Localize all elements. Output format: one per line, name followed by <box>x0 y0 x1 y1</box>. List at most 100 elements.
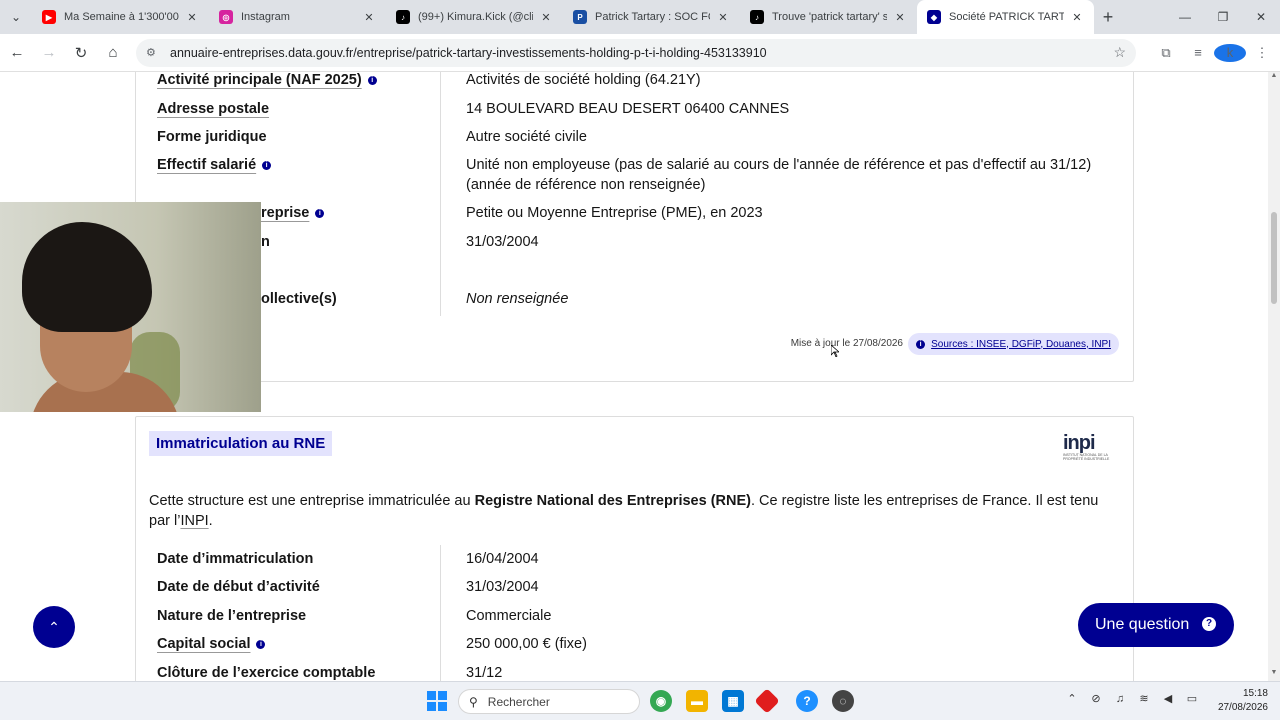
system-tray: ⌃ ⊘ ♫ ≋ ◀ ▭ <box>1060 692 1204 706</box>
help-icon[interactable]: ? <box>796 690 818 712</box>
file-explorer-icon[interactable]: ▬ <box>686 690 708 712</box>
row-label-link[interactable]: Capital social i <box>157 634 457 654</box>
new-tab-icon[interactable]: + <box>1094 7 1122 28</box>
home-icon[interactable]: ⌂ <box>98 38 128 68</box>
update-date: Mise à jour le 27/08/2026 <box>790 338 903 349</box>
restore-icon[interactable]: ❐ <box>1204 0 1242 34</box>
row-value: 14 BOULEVARD BEAU DESERT 06400 CANNES <box>466 101 790 117</box>
info-icon[interactable]: i <box>367 76 377 85</box>
close-window-icon[interactable]: ✕ <box>1242 0 1280 34</box>
back-arrow-icon[interactable]: ← <box>2 38 32 68</box>
chrome-icon[interactable]: ◉ <box>650 690 672 712</box>
profile-avatar[interactable]: k <box>1214 43 1246 62</box>
row-label: Forme juridique <box>157 129 267 145</box>
identity-card: Activité principale (NAF 2025) i Activité… <box>135 72 1134 382</box>
extensions-icon[interactable]: ⧉ <box>1150 45 1182 61</box>
scroll-to-top-button[interactable]: ⌃ <box>33 606 75 648</box>
search-placeholder: Rechercher <box>487 694 550 709</box>
row-value: Non renseignée <box>466 291 569 307</box>
browser-tab-5[interactable]: ♪ Trouve 'patrick tartary' sur ✕ <box>740 0 917 34</box>
browser-tab-1[interactable]: ▶ Ma Semaine à 1'300'000€ ✕ <box>32 0 209 34</box>
minimize-icon[interactable]: — <box>1166 0 1204 34</box>
page-scrollbar[interactable]: ▲ ▼ <box>1268 72 1280 681</box>
tab-title: Instagram <box>241 11 290 23</box>
question-button[interactable]: Une question ? <box>1078 603 1234 647</box>
info-icon[interactable]: i <box>262 161 272 170</box>
close-tab-icon[interactable]: ✕ <box>716 11 730 24</box>
row-value: 16/04/2004 <box>466 551 539 567</box>
row-label: Nature de l’entreprise <box>157 608 307 624</box>
reload-icon[interactable]: ↻ <box>66 38 96 68</box>
row-label-link[interactable]: Adresse postale <box>157 99 457 119</box>
battery-icon[interactable]: ▭ <box>1180 692 1204 705</box>
profile-initial: k <box>1214 43 1246 62</box>
inpi-link[interactable]: INPI <box>180 513 208 529</box>
scroll-down-icon[interactable]: ▼ <box>1268 669 1280 681</box>
close-tab-icon[interactable]: ✕ <box>539 11 553 24</box>
row-label-link[interactable]: Activité principale (NAF 2025) i <box>157 72 457 90</box>
pappers-icon: P <box>573 10 587 24</box>
volume-icon[interactable]: ◀ <box>1156 692 1180 705</box>
scrollbar-thumb[interactable] <box>1271 212 1277 304</box>
row-value: Commerciale <box>466 608 552 624</box>
mouse-cursor-icon <box>831 345 839 357</box>
browser-tab-6-active[interactable]: ◆ Société PATRICK TARTARY ✕ <box>917 0 1094 34</box>
windows-taskbar: ⚲ Rechercher ◉ ▬ ▦ ? ◌ ⌃ ⊘ ♫ ≋ ◀ ▭ 15:18… <box>0 681 1280 720</box>
browser-tab-2[interactable]: ◎ Instagram ✕ <box>209 0 386 34</box>
inpi-logo: inpi INSTITUT NATIONAL DE LA PROPRIÉTÉ I… <box>1063 433 1115 463</box>
question-label: Une question <box>1095 616 1190 633</box>
tiktok-icon: ♪ <box>396 10 410 24</box>
inpi-logo-text: inpi <box>1063 432 1096 454</box>
url-text[interactable]: annuaire-entreprises.data.gouv.fr/entrep… <box>170 46 1113 60</box>
row-value: 31/03/2004 <box>466 579 539 595</box>
browser-tab-4[interactable]: P Patrick Tartary : SOC FONC ✕ <box>563 0 740 34</box>
site-info-icon[interactable]: ⚙ <box>146 46 160 60</box>
network-off-icon[interactable]: ⊘ <box>1084 692 1108 705</box>
sources-badge[interactable]: i Sources : INSEE, DGFiP, Douanes, INPI <box>908 333 1119 355</box>
app-diamond-icon[interactable] <box>754 688 780 714</box>
sources-link[interactable]: Sources : INSEE, DGFiP, Douanes, INPI <box>931 339 1111 350</box>
close-tab-icon[interactable]: ✕ <box>893 11 907 24</box>
microphone-icon[interactable]: ♫ <box>1108 693 1132 705</box>
row-label: Clôture de l’exercice comptable <box>157 665 376 681</box>
close-tab-icon[interactable]: ✕ <box>1070 11 1084 24</box>
youtube-icon: ▶ <box>42 10 56 24</box>
chevron-up-icon[interactable]: ⌃ <box>1060 692 1084 705</box>
browser-toolbar: ← → ↻ ⌂ ⚙ annuaire-entreprises.data.gouv… <box>0 34 1280 72</box>
row-value: 31/12 <box>466 665 503 681</box>
browser-tab-3[interactable]: ♪ (99+) Kimura.Kick (@clip2k ✕ <box>386 0 563 34</box>
question-mark-icon: ? <box>1202 617 1216 631</box>
row-label: Date d’immatriculation <box>157 551 314 567</box>
row-value: Activités de société holding (64.21Y) <box>466 72 701 88</box>
menu-icon[interactable]: ⋮ <box>1246 45 1278 61</box>
bookmark-star-icon[interactable]: ☆ <box>1113 44 1126 61</box>
close-tab-icon[interactable]: ✕ <box>362 11 376 24</box>
wifi-icon[interactable]: ≋ <box>1132 692 1156 705</box>
address-bar[interactable]: ⚙ annuaire-entreprises.data.gouv.fr/entr… <box>136 38 1136 67</box>
row-value: Autre société civile <box>466 129 587 145</box>
media-icon[interactable]: ≡ <box>1182 45 1214 60</box>
tab-title: Ma Semaine à 1'300'000€ <box>64 11 179 23</box>
windows-start-icon[interactable] <box>427 691 447 711</box>
tab-search-icon[interactable]: ⌄ <box>0 0 32 34</box>
clock-date: 27/08/2026 <box>1217 702 1268 713</box>
row-value: 250 000,00 € (fixe) <box>466 636 587 652</box>
row-value: 31/03/2004 <box>466 234 539 250</box>
inpi-logo-tagline: INSTITUT NATIONAL DE LA PROPRIÉTÉ INDUST… <box>1063 453 1110 461</box>
row-value: Unité non employeuse (pas de salarié au … <box>466 157 1092 193</box>
browser-tab-bar: ⌄ ▶ Ma Semaine à 1'300'000€ ✕ ◎ Instagra… <box>0 0 1280 34</box>
close-tab-icon[interactable]: ✕ <box>185 11 199 24</box>
store-icon[interactable]: ▦ <box>722 690 744 712</box>
marianne-icon: ◆ <box>927 10 941 24</box>
info-icon[interactable]: i <box>256 640 266 649</box>
row-label-link[interactable]: Effectif salarié i <box>157 155 457 175</box>
taskbar-clock[interactable]: 15:18 27/08/2026 <box>1208 687 1268 715</box>
info-icon[interactable]: i <box>315 209 325 218</box>
tab-title: (99+) Kimura.Kick (@clip2k <box>418 11 533 23</box>
forward-arrow-icon[interactable]: → <box>34 38 64 68</box>
scroll-up-icon[interactable]: ▲ <box>1268 72 1280 84</box>
row-value: Petite ou Moyenne Entreprise (PME), en 2… <box>466 205 763 221</box>
tab-title: Société PATRICK TARTARY <box>949 11 1064 23</box>
app-icon[interactable]: ◌ <box>832 690 854 712</box>
taskbar-search[interactable]: ⚲ Rechercher <box>458 689 640 714</box>
